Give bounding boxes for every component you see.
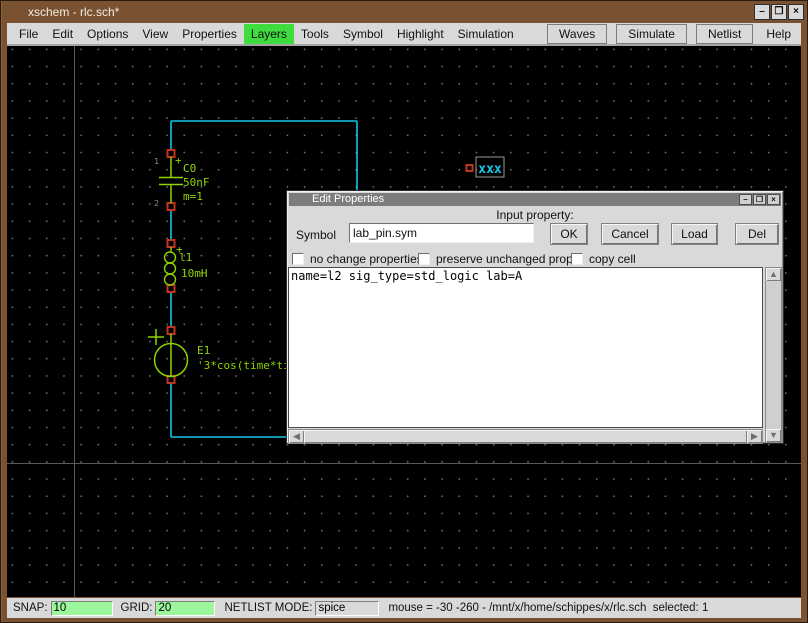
properties-textarea[interactable]: name=l2 sig_type=std_logic lab=A <box>288 267 763 428</box>
netlist-mode-input[interactable] <box>315 601 379 616</box>
window-controls: – ❐ × <box>753 4 804 20</box>
source-symbol <box>148 329 188 377</box>
window-title: xschem - rlc.sch* <box>28 2 119 22</box>
dialog-title-bar[interactable]: Edit Properties – ❐ × <box>289 193 781 206</box>
pin-square <box>168 327 175 334</box>
menu-properties[interactable]: Properties <box>175 24 244 44</box>
horizontal-scrollbar[interactable]: ◀ ▶ <box>288 429 763 444</box>
grid-input[interactable] <box>155 601 215 616</box>
copy-cell-label: copy cell <box>589 253 636 266</box>
menu-options[interactable]: Options <box>80 24 135 44</box>
pin-square <box>168 150 175 157</box>
del-button[interactable]: Del <box>735 223 779 245</box>
pin-number: 1 <box>154 157 159 166</box>
capacitor-name: C0 <box>183 162 196 175</box>
grid-label: GRID: <box>121 602 153 614</box>
waves-button[interactable]: Waves <box>547 24 607 44</box>
inductor-name: l1 <box>179 251 192 264</box>
simulate-button[interactable]: Simulate <box>616 24 687 44</box>
menu-file[interactable]: File <box>12 24 45 44</box>
snap-label: SNAP: <box>13 602 48 614</box>
close-icon[interactable]: × <box>788 4 804 20</box>
pin-label-xxx[interactable]: xxx <box>467 157 505 177</box>
capacitor-mult: m=1 <box>183 190 203 203</box>
pin-square <box>168 203 175 210</box>
mouse-status-text: mouse = -30 -260 - /mnt/x/home/schippes/… <box>388 602 708 614</box>
plus-mark: + <box>175 154 182 167</box>
load-button[interactable]: Load <box>671 223 718 245</box>
inductor-l1[interactable]: + l1 10mH <box>165 240 208 292</box>
symbol-input[interactable] <box>349 223 534 243</box>
netlist-button[interactable]: Netlist <box>696 24 753 44</box>
pin-square <box>467 165 473 171</box>
menu-bar: File Edit Options View Properties Layers… <box>7 23 801 46</box>
pin-label-text: xxx <box>478 162 502 177</box>
snap-input[interactable] <box>51 601 113 616</box>
scroll-up-icon[interactable]: ▲ <box>766 268 781 281</box>
inductor-value: 10mH <box>181 267 208 280</box>
menu-symbol[interactable]: Symbol <box>336 24 390 44</box>
menu-right-group: Waves Simulate Netlist Help <box>538 24 800 44</box>
scroll-down-icon[interactable]: ▼ <box>766 429 781 442</box>
maximize-icon[interactable]: ❐ <box>771 4 787 20</box>
xschem-window: xschem - rlc.sch* – ❐ × File Edit Option… <box>0 0 808 623</box>
menu-layers[interactable]: Layers <box>244 24 294 44</box>
scroll-right-icon[interactable]: ▶ <box>747 430 762 443</box>
dialog-minimize-icon[interactable]: – <box>739 194 752 205</box>
pin-square <box>168 240 175 247</box>
scroll-left-icon[interactable]: ◀ <box>289 430 304 443</box>
status-bar: SNAP: GRID: NETLIST MODE: mouse = -30 -2… <box>7 598 801 618</box>
edit-properties-dialog: Edit Properties – ❐ × Input property: Sy… <box>286 190 784 444</box>
menu-tools[interactable]: Tools <box>294 24 336 44</box>
dialog-close-icon[interactable]: × <box>767 194 780 205</box>
minimize-icon[interactable]: – <box>754 4 770 20</box>
pin-square <box>168 285 175 292</box>
menu-help[interactable]: Help <box>757 24 800 44</box>
symbol-label: Symbol <box>296 228 336 242</box>
capacitor-value: 50nF <box>183 176 210 189</box>
vertical-scrollbar[interactable]: ▲ ▼ <box>765 267 782 443</box>
menu-simulation[interactable]: Simulation <box>451 24 521 44</box>
no-change-properties-checkbox[interactable] <box>292 253 304 265</box>
menu-highlight[interactable]: Highlight <box>390 24 451 44</box>
input-property-label: Input property: <box>287 208 783 222</box>
ok-button[interactable]: OK <box>550 223 588 245</box>
capacitor-c0[interactable]: 1 2 + C0 50nF m=1 <box>154 150 209 210</box>
no-change-properties-label: no change properties <box>310 253 423 266</box>
title-bar[interactable]: xschem - rlc.sch* – ❐ × <box>2 2 806 22</box>
copy-cell-checkbox[interactable] <box>571 253 583 265</box>
hscroll-thumb[interactable] <box>304 430 747 443</box>
source-name: E1 <box>197 344 210 357</box>
netlist-mode-label: NETLIST MODE: <box>224 602 312 614</box>
vscroll-trough[interactable] <box>766 281 781 429</box>
inductor-symbol <box>165 247 176 285</box>
dialog-maximize-icon[interactable]: ❐ <box>753 194 766 205</box>
pin-number: 2 <box>154 199 159 208</box>
menu-edit[interactable]: Edit <box>45 24 80 44</box>
dialog-controls: – ❐ × <box>738 194 780 205</box>
checkbox-row: no change properties preserve unchanged … <box>291 253 779 267</box>
menu-view[interactable]: View <box>135 24 175 44</box>
preserve-unchanged-props-label: preserve unchanged props <box>436 253 579 266</box>
preserve-unchanged-props-checkbox[interactable] <box>418 253 430 265</box>
dialog-title: Edit Properties <box>312 193 384 206</box>
cancel-button[interactable]: Cancel <box>601 223 659 245</box>
